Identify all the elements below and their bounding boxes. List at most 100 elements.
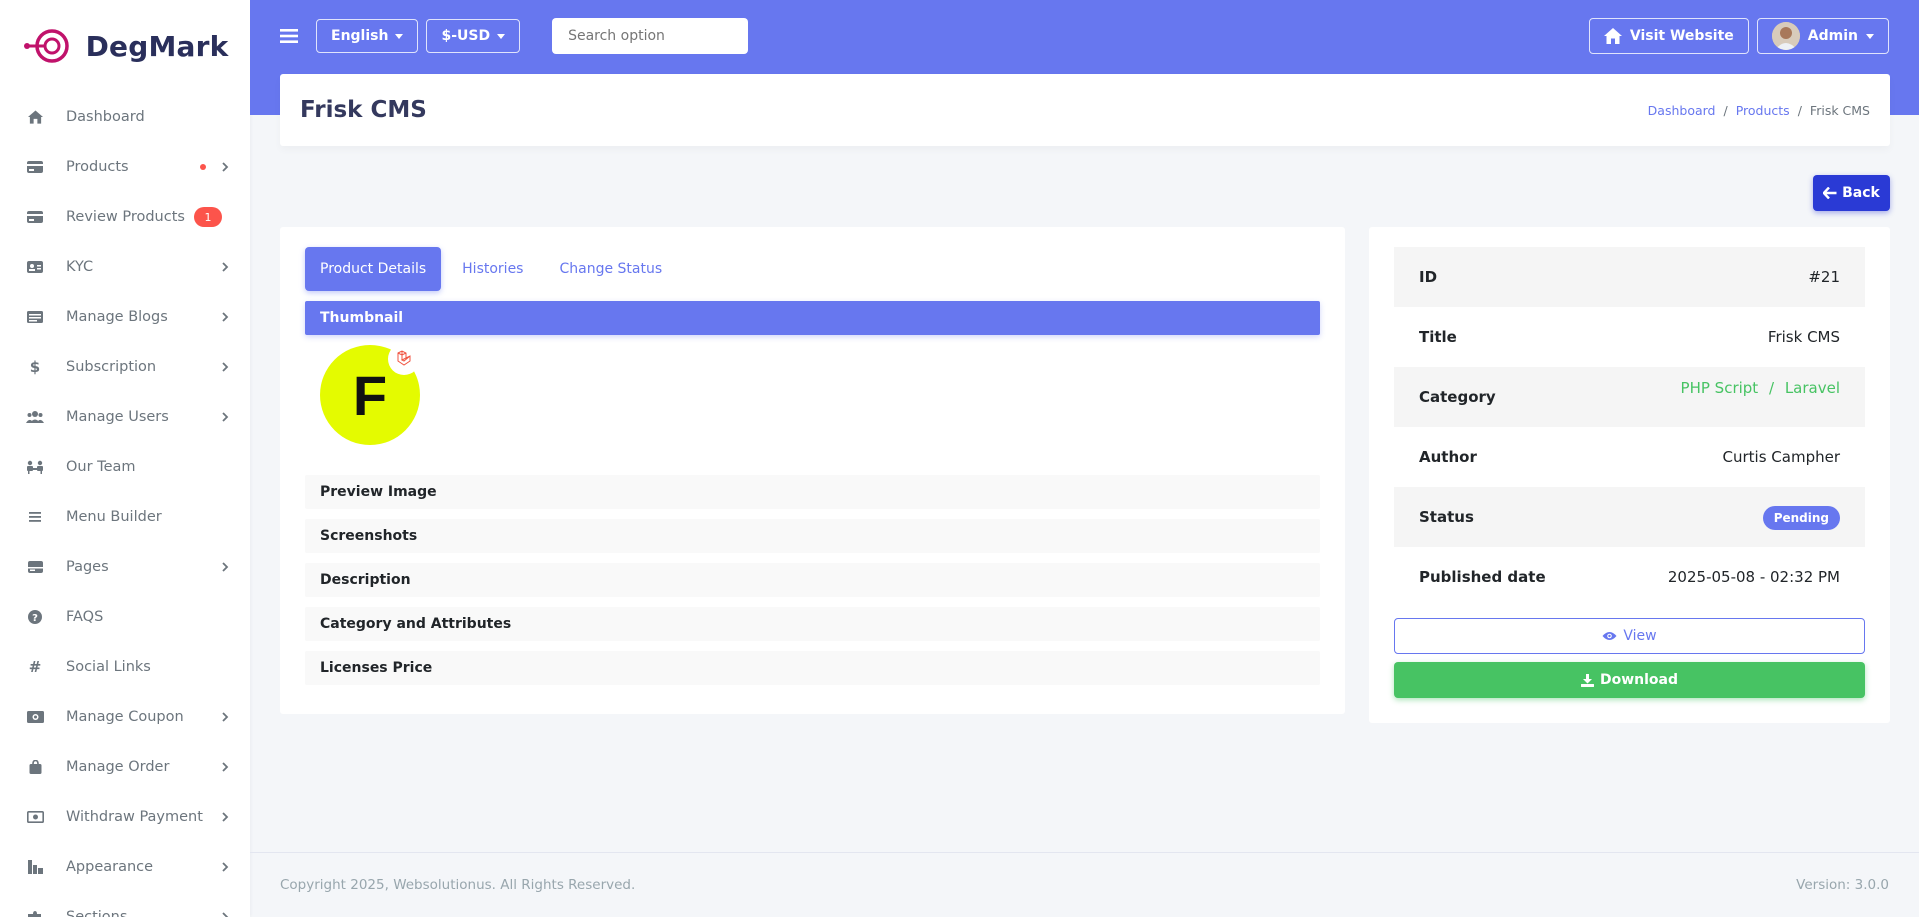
author-value: Curtis Campher <box>1722 448 1840 466</box>
sidebar-item-label: Menu Builder <box>66 509 162 525</box>
sidebar-item-label: Our Team <box>66 459 136 475</box>
brand-logo-icon <box>23 29 69 63</box>
category-link-main[interactable]: PHP Script <box>1681 379 1759 397</box>
footer-version: Version: 3.0.0 <box>1796 877 1889 893</box>
sidebar-item-manage-blogs[interactable]: Manage Blogs <box>0 292 250 342</box>
admin-dropdown[interactable]: Admin <box>1756 18 1889 54</box>
accordion-licenses-price[interactable]: Licenses Price <box>305 651 1320 685</box>
blog-icon <box>26 308 44 326</box>
sidebar-item-menu-builder[interactable]: Menu Builder <box>0 492 250 542</box>
sidebar-item-withdraw-payment[interactable]: Withdraw Payment <box>0 792 250 842</box>
view-button[interactable]: View <box>1394 618 1865 654</box>
id-value: #21 <box>1808 268 1840 286</box>
sidebar-item-label: FAQS <box>66 609 104 625</box>
published-label: Published date <box>1419 568 1546 586</box>
chevron-right-icon <box>222 762 229 772</box>
sidebar-item-appearance[interactable]: Appearance <box>0 842 250 892</box>
accordion-preview-image[interactable]: Preview Image <box>305 475 1320 509</box>
accordion-description[interactable]: Description <box>305 563 1320 597</box>
caret-down-icon <box>1866 33 1874 39</box>
visit-website-label: Visit Website <box>1629 28 1734 44</box>
id-card-icon <box>26 258 44 276</box>
sidebar-item-label: Pages <box>66 559 109 575</box>
tab-change-status[interactable]: Change Status <box>544 247 677 291</box>
sidebar-item-sections[interactable]: Sections <box>0 892 250 917</box>
accordion-category-attributes[interactable]: Category and Attributes <box>305 607 1320 641</box>
svg-text:?: ? <box>32 613 38 624</box>
brand[interactable]: DegMark <box>0 0 250 92</box>
info-row-author: Author Curtis Campher <box>1394 427 1865 487</box>
sidebar-item-label: Subscription <box>66 359 157 375</box>
sidebar-item-social-links[interactable]: # Social Links <box>0 642 250 692</box>
sidebar-item-review-products[interactable]: Review Products 1 <box>0 192 250 242</box>
currency-dropdown[interactable]: $-USD <box>426 19 521 53</box>
coupon-icon <box>26 708 44 726</box>
info-row-published: Published date 2025-05-08 - 02:32 PM <box>1394 547 1865 607</box>
question-icon: ? <box>26 608 44 626</box>
sidebar: DegMark Dashboard Products Review Produc… <box>0 0 250 917</box>
sidebar-item-label: Manage Coupon <box>66 709 184 725</box>
tab-product-details[interactable]: Product Details <box>305 247 442 291</box>
sidebar-item-label: Manage Blogs <box>66 309 168 325</box>
page-header: Frisk CMS Dashboard / Products / Frisk C… <box>280 74 1890 146</box>
caret-down-icon <box>395 33 404 39</box>
home-icon <box>26 108 44 126</box>
back-label: Back <box>1842 185 1880 201</box>
search-input[interactable] <box>552 18 749 54</box>
navbar-right: Visit Website Admin <box>1588 18 1889 54</box>
sidebar-item-subscription[interactable]: $ Subscription <box>0 342 250 392</box>
sidebar-item-kyc[interactable]: KYC <box>0 242 250 292</box>
sidebar-item-products[interactable]: Products <box>0 142 250 192</box>
title-value: Frisk CMS <box>1767 328 1840 346</box>
product-info-card: ID #21 Title Frisk CMS Category PHP Scri… <box>1369 227 1890 723</box>
tab-histories[interactable]: Histories <box>447 247 538 291</box>
info-row-title: Title Frisk CMS <box>1394 307 1865 367</box>
chevron-right-icon <box>222 312 229 322</box>
home-icon <box>1603 28 1622 44</box>
back-button[interactable]: Back <box>1813 175 1890 211</box>
hamburger-menu-icon[interactable] <box>280 26 300 46</box>
language-dropdown[interactable]: English <box>316 19 419 53</box>
palette-icon <box>26 858 44 876</box>
sidebar-item-pages[interactable]: Pages <box>0 542 250 592</box>
team-icon <box>26 458 44 476</box>
sidebar-item-faqs[interactable]: ? FAQS <box>0 592 250 642</box>
sidebar-menu: Dashboard Products Review Products 1 KYC… <box>0 92 250 917</box>
breadcrumb-products[interactable]: Products <box>1736 103 1790 118</box>
card-icon <box>26 158 44 176</box>
sidebar-item-manage-order[interactable]: Manage Order <box>0 742 250 792</box>
category-link-sub[interactable]: Laravel <box>1785 379 1840 397</box>
currency-label: $-USD <box>441 28 491 44</box>
sidebar-item-label: Products <box>66 159 129 175</box>
laravel-icon <box>388 343 420 375</box>
sidebar-item-label: KYC <box>66 259 94 275</box>
sidebar-item-manage-users[interactable]: Manage Users <box>0 392 250 442</box>
thumbnail-area: F <box>305 335 1320 465</box>
sidebar-item-label: Withdraw Payment <box>66 809 203 825</box>
download-button[interactable]: Download <box>1394 662 1865 698</box>
sidebar-item-label: Appearance <box>66 859 154 875</box>
sidebar-item-dashboard[interactable]: Dashboard <box>0 92 250 142</box>
eye-icon <box>1602 632 1617 640</box>
thumbnail-letter: F <box>352 363 388 427</box>
puzzle-icon <box>26 908 44 917</box>
bars-icon <box>26 508 44 526</box>
breadcrumb: Dashboard / Products / Frisk CMS <box>1648 103 1870 118</box>
thumbnail-header[interactable]: Thumbnail <box>305 301 1320 335</box>
sidebar-item-label: Review Products <box>66 209 185 225</box>
footer: Copyright 2025, Websolutionus. All Right… <box>250 852 1919 917</box>
page-icon <box>26 558 44 576</box>
title-label: Title <box>1419 328 1457 346</box>
info-row-id: ID #21 <box>1394 247 1865 307</box>
published-value: 2025-05-08 - 02:32 PM <box>1667 568 1840 586</box>
sidebar-item-manage-coupon[interactable]: Manage Coupon <box>0 692 250 742</box>
page-title: Frisk CMS <box>300 97 427 123</box>
card-icon <box>26 208 44 226</box>
brand-name: DegMark <box>85 29 229 63</box>
breadcrumb-dashboard[interactable]: Dashboard <box>1648 103 1716 118</box>
notification-dot <box>200 164 206 170</box>
view-label: View <box>1623 628 1657 644</box>
visit-website-button[interactable]: Visit Website <box>1588 18 1749 54</box>
accordion-screenshots[interactable]: Screenshots <box>305 519 1320 553</box>
sidebar-item-our-team[interactable]: Our Team <box>0 442 250 492</box>
